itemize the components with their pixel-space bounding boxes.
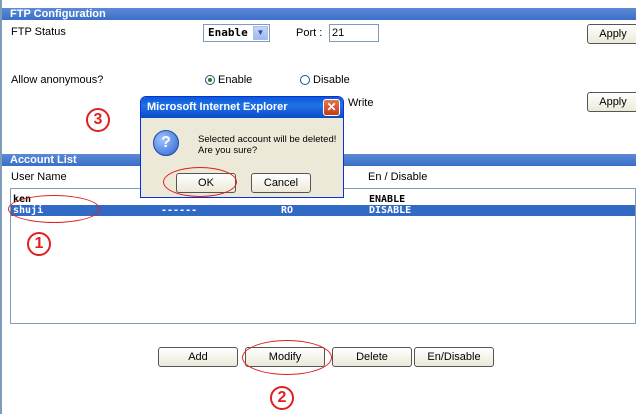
apply-button[interactable]: Apply xyxy=(587,24,636,44)
anon-disable-label: Disable xyxy=(313,74,350,86)
ftp-status-label: FTP Status xyxy=(11,26,66,38)
ok-highlight-ellipse xyxy=(163,167,237,197)
step-3-marker: 3 xyxy=(86,108,110,132)
dialog-message-line1: Selected account will be deleted! xyxy=(198,134,337,145)
write-label: Write xyxy=(348,97,374,109)
anon-disable-radio[interactable] xyxy=(300,75,310,85)
en-disable-button[interactable]: En/Disable xyxy=(414,347,494,367)
col-user-name: User Name xyxy=(11,171,67,183)
port-input[interactable]: 21 xyxy=(329,24,379,42)
question-icon: ? xyxy=(153,130,179,156)
ftp-status-value: Enable xyxy=(208,26,248,39)
ftp-config-header: FTP Configuration xyxy=(2,8,636,20)
ftp-status-select[interactable]: Enable ▼ xyxy=(203,24,270,42)
dialog-title: Microsoft Internet Explorer xyxy=(141,97,343,118)
delete-button[interactable]: Delete xyxy=(332,347,412,367)
port-label: Port : xyxy=(296,27,323,39)
step-2-marker: 2 xyxy=(270,386,294,410)
modify-highlight-ellipse xyxy=(242,340,332,375)
dialog-message-line2: Are you sure? xyxy=(198,145,258,156)
row-perm: RO xyxy=(281,205,294,216)
row-dash: ------ xyxy=(161,205,198,216)
col-en-disable: En / Disable xyxy=(368,171,428,183)
row-state: ENABLE xyxy=(369,194,406,205)
apply-anon-button[interactable]: Apply xyxy=(587,92,636,112)
close-icon[interactable]: ✕ xyxy=(323,99,340,116)
step-1-marker: 1 xyxy=(27,232,51,256)
anon-enable-radio[interactable] xyxy=(205,75,215,85)
row-state: DISABLE xyxy=(369,205,412,216)
account-list[interactable]: ken ENABLE shuji ------ RO DISABLE xyxy=(10,188,636,324)
chevron-down-icon[interactable]: ▼ xyxy=(253,26,268,40)
row-highlight-ellipse xyxy=(8,195,100,223)
anon-enable-label: Enable xyxy=(218,74,253,86)
cancel-button[interactable]: Cancel xyxy=(251,173,311,193)
add-button[interactable]: Add xyxy=(158,347,238,367)
left-border xyxy=(0,0,2,414)
table-row-selected[interactable]: shuji ------ RO DISABLE xyxy=(11,205,635,216)
allow-anonymous-label: Allow anonymous? xyxy=(11,74,104,86)
